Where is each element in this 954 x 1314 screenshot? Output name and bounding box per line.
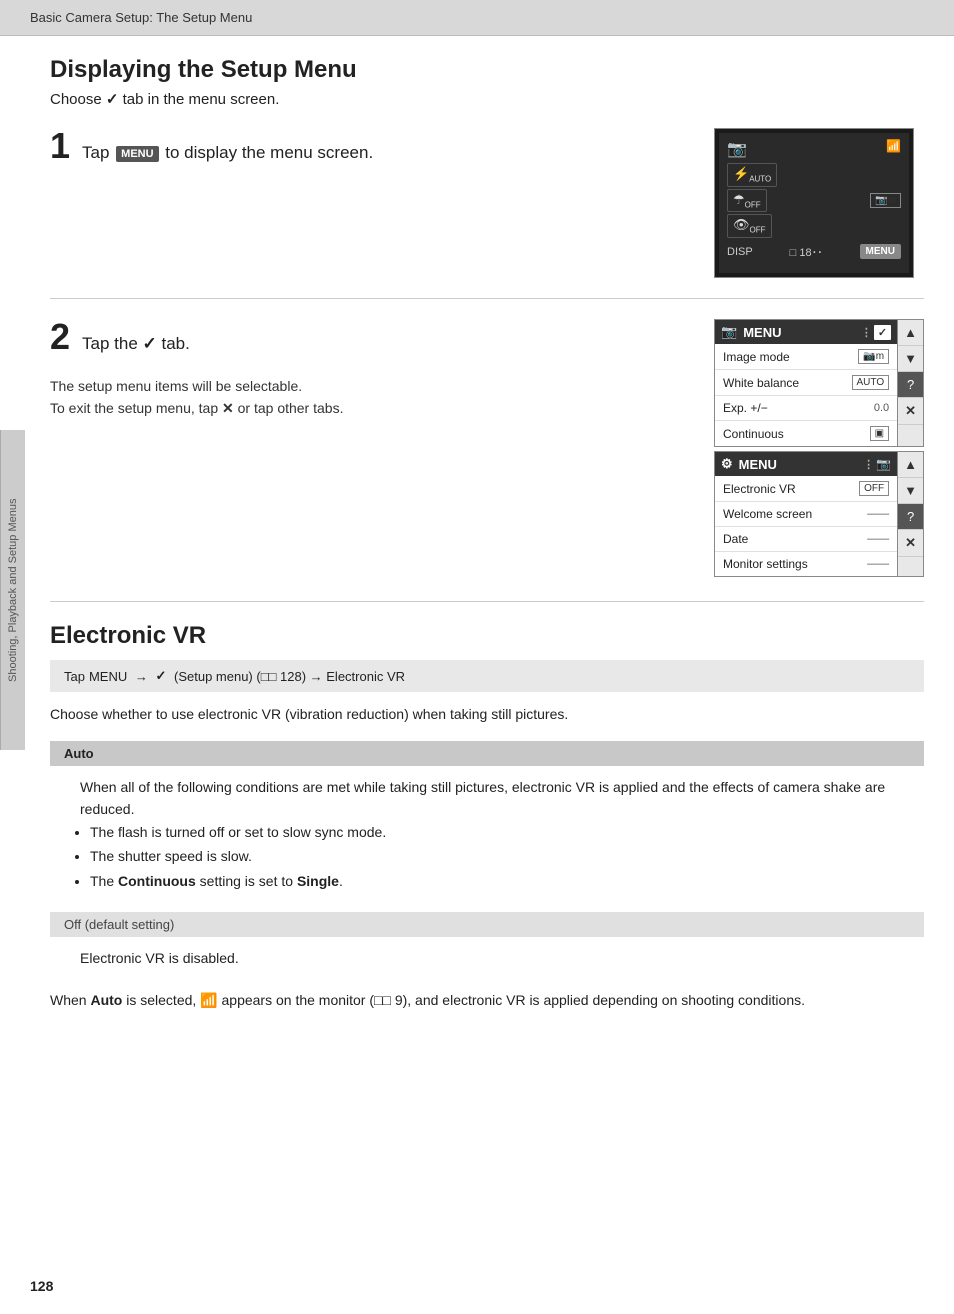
option-auto-label: Auto: [64, 746, 94, 761]
menu-row-date[interactable]: Date ——: [715, 527, 897, 552]
step1-left: 1 Tap MENU to display the menu screen.: [50, 128, 714, 278]
option-off-content: Electronic VR is disabled.: [50, 937, 924, 979]
label-monitor: Monitor settings: [723, 557, 808, 571]
option-off-text: Electronic VR is disabled.: [80, 947, 894, 969]
cam-row-3: 👁OFF: [727, 214, 901, 238]
menu-panel-2-main: ⚙ MENU ⋮ 📷 Electronic VR OFF Welcome s: [715, 452, 897, 576]
option-auto-header: Auto: [50, 741, 924, 766]
cam-flash-icon: ⚡AUTO: [727, 163, 777, 187]
step2-number: 2: [50, 319, 70, 355]
label-continuous: Continuous: [723, 427, 784, 441]
cam-img-val: 📷m: [870, 193, 901, 208]
val-welcome: ——: [867, 508, 889, 520]
menu-row-white-balance[interactable]: White balance AUTO: [715, 370, 897, 396]
menu-row-exp[interactable]: Exp. +/− 0.0: [715, 396, 897, 421]
step2-menus: 📷 MENU ⋮ ✓ Image mode 📷m White balanc: [714, 319, 924, 581]
bullet-2: The shutter speed is slow.: [90, 845, 894, 867]
label-evr: Electronic VR: [723, 482, 796, 496]
menu-tab-selected[interactable]: ✓: [874, 325, 891, 340]
nav-help[interactable]: ?: [898, 372, 923, 398]
label-exp: Exp. +/−: [723, 401, 768, 415]
option-auto-text: When all of the following conditions are…: [80, 776, 894, 821]
menu-title-1: MENU: [743, 325, 781, 340]
nav-help-2[interactable]: ?: [898, 504, 923, 530]
menu-panel-2: ⚙ MENU ⋮ 📷 Electronic VR OFF Welcome s: [714, 451, 924, 577]
panel-nav-2: ▲ ▼ ? ✕: [897, 452, 923, 576]
step2-heading: Tap the ✓ tab.: [82, 328, 190, 354]
option-off-header: Off (default setting): [50, 912, 924, 937]
val-date: ——: [867, 533, 889, 545]
step2-left: 2 Tap the ✓ tab. The setup menu items wi…: [50, 319, 714, 581]
menu-panel-1: 📷 MENU ⋮ ✓ Image mode 📷m White balanc: [714, 319, 924, 447]
evr-desc: Choose whether to use electronic VR (vib…: [50, 704, 924, 725]
menu-panel-2-header: ⚙ MENU ⋮ 📷: [715, 452, 897, 476]
menu-row-welcome[interactable]: Welcome screen ——: [715, 502, 897, 527]
section1-title: Displaying the Setup Menu: [50, 56, 924, 84]
menu-row-image-mode[interactable]: Image mode 📷m: [715, 344, 897, 370]
menu-row-evr[interactable]: Electronic VR OFF: [715, 476, 897, 502]
evr-tap-box: Tap MENU → ✓ (Setup menu) (□□ 128) → Ele…: [50, 660, 924, 692]
val-image-mode: 📷m: [858, 349, 889, 364]
final-desc: When Auto is selected, 📶 appears on the …: [50, 989, 924, 1011]
side-tab: Shooting, Playback and Setup Menus: [0, 430, 25, 750]
val-monitor: ——: [867, 558, 889, 570]
menu-row-continuous[interactable]: Continuous ▣: [715, 421, 897, 446]
val-exp: 0.0: [874, 402, 889, 414]
nav-close[interactable]: ✕: [898, 398, 923, 425]
header-text: Basic Camera Setup: The Setup Menu: [30, 10, 252, 25]
evr-menu-key: MENU: [89, 669, 127, 684]
cam-photo-icon: 📷: [727, 139, 747, 159]
label-date: Date: [723, 532, 748, 546]
cam-row-2: ☂OFF 📷m: [727, 189, 901, 213]
menu-title-2: MENU: [739, 457, 777, 472]
option-auto-content: When all of the following conditions are…: [50, 766, 924, 904]
step2-desc1: The setup menu items will be selectable.: [50, 378, 694, 394]
menu-panel-1-header: 📷 MENU ⋮ ✓: [715, 320, 897, 344]
menu-cam-icon: 📷: [721, 324, 737, 340]
top-header: Basic Camera Setup: The Setup Menu: [0, 0, 954, 36]
menu-panel-1-main: 📷 MENU ⋮ ✓ Image mode 📷m White balanc: [715, 320, 897, 446]
step1-number: 1: [50, 128, 70, 164]
cam-wifi-icon: 📶: [886, 139, 901, 153]
camera-screen-1: 📷 📶 ⚡AUTO ☂OFF 📷m 👁OFF: [714, 128, 914, 278]
val-continuous: ▣: [870, 426, 889, 441]
step1-container: 1 Tap MENU to display the menu screen. 📷…: [50, 128, 924, 299]
nav-close-2[interactable]: ✕: [898, 530, 923, 557]
nav-up[interactable]: ▲: [898, 320, 923, 346]
cam-bottom: DISP □ 18･･ MENU: [723, 240, 905, 262]
cam-wb-icon: ☂OFF: [727, 189, 767, 213]
menu-key-1: MENU: [116, 146, 158, 162]
cam-row-1: ⚡AUTO: [727, 163, 901, 187]
menu-dots-2: ⋮: [863, 458, 874, 471]
menu-dots: ⋮: [861, 326, 872, 339]
label-white-balance: White balance: [723, 376, 799, 390]
menu-wrench-icon: ⚙: [721, 456, 733, 472]
cam-disp: DISP: [727, 246, 753, 258]
step2-container: 2 Tap the ✓ tab. The setup menu items wi…: [50, 319, 924, 602]
step1-text: Tap MENU to display the menu screen.: [82, 137, 373, 163]
option-auto-bullets: The flash is turned off or set to slow s…: [90, 821, 894, 892]
label-welcome: Welcome screen: [723, 507, 812, 521]
side-tab-text: Shooting, Playback and Setup Menus: [7, 498, 19, 681]
step2-desc2: To exit the setup menu, tap ✕ or tap oth…: [50, 400, 694, 417]
cam-menu-btn[interactable]: MENU: [860, 244, 901, 259]
nav-down-2[interactable]: ▼: [898, 478, 923, 504]
cam-eye-icon: 👁OFF: [727, 214, 772, 238]
menu-cam-tab[interactable]: 📷: [876, 457, 891, 471]
panel-nav-1: ▲ ▼ ? ✕: [897, 320, 923, 446]
nav-down[interactable]: ▼: [898, 346, 923, 372]
menu-row-monitor[interactable]: Monitor settings ——: [715, 552, 897, 576]
label-image-mode: Image mode: [723, 350, 790, 364]
section1-subtitle: Choose ✓ tab in the menu screen.: [50, 90, 924, 108]
evr-title: Electronic VR: [50, 622, 924, 650]
page-number: 128: [30, 1278, 53, 1294]
bullet-3: The Continuous setting is set to Single.: [90, 870, 894, 892]
option-off-label: Off (default setting): [64, 917, 174, 932]
bullet-1: The flash is turned off or set to slow s…: [90, 821, 894, 843]
nav-up-2[interactable]: ▲: [898, 452, 923, 478]
val-white-balance: AUTO: [852, 375, 890, 390]
cam-counter: □ 18･･: [790, 244, 823, 260]
val-evr: OFF: [859, 481, 889, 496]
step1-camera: 📷 📶 ⚡AUTO ☂OFF 📷m 👁OFF: [714, 128, 924, 278]
